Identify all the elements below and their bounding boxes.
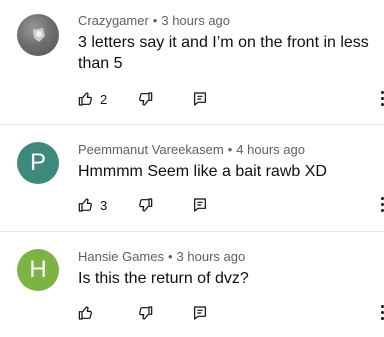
meta-separator: • — [167, 249, 173, 264]
reply-button[interactable] — [192, 89, 208, 109]
reply-icon — [194, 92, 206, 106]
thumb-down-icon — [139, 92, 153, 106]
avatar-letter: P — [29, 149, 46, 176]
comment-text: Hmmmm Seem like a bait rawb XD — [78, 163, 327, 180]
thumb-down-icon — [139, 198, 153, 212]
thumb-up-icon — [78, 306, 92, 320]
comment-meta: Peemmanut Vareekasem • 4 hours ago — [78, 142, 305, 157]
like-button[interactable]: 3 — [78, 195, 107, 215]
thumb-down-icon — [139, 306, 153, 320]
avatar[interactable] — [17, 14, 59, 56]
avatar[interactable]: P — [17, 142, 59, 184]
avatar-letter: H — [29, 256, 47, 283]
comment-actions: 3 — [78, 195, 384, 215]
more-options-button[interactable] — [380, 197, 384, 213]
like-button[interactable] — [78, 303, 94, 323]
comment-author[interactable]: Hansie Games — [78, 249, 164, 264]
like-count: 3 — [100, 197, 108, 213]
comment-author[interactable]: Peemmanut Vareekasem — [78, 142, 224, 157]
comment-actions: 2 — [78, 89, 384, 109]
dislike-button[interactable] — [137, 303, 153, 323]
meta-separator: • — [152, 13, 158, 28]
thumb-up-icon — [78, 92, 92, 106]
dislike-button[interactable] — [137, 89, 153, 109]
comment-item: Crazygamer • 3 hours ago 3 letters say it … — [0, 0, 384, 124]
thumb-up-icon — [78, 198, 92, 212]
comment-time[interactable]: 3 hours ago — [161, 13, 230, 28]
comment-text: 3 letters say it and I’m on the front in… — [78, 34, 369, 72]
comment-item: P Peemmanut Vareekasem • 4 hours ago Hmmmm… — [0, 125, 384, 231]
comment-author[interactable]: Crazygamer — [78, 13, 149, 28]
more-options-button[interactable] — [380, 305, 384, 321]
like-button[interactable]: 2 — [78, 89, 107, 109]
avatar-image-icon — [33, 28, 45, 42]
reply-icon — [194, 198, 206, 212]
reply-icon — [194, 306, 206, 320]
comment-text: Is this the return of dvz? — [78, 270, 249, 287]
comment-time[interactable]: 3 hours ago — [177, 249, 246, 264]
comment-actions — [78, 303, 384, 323]
avatar[interactable]: H — [17, 249, 59, 291]
reply-button[interactable] — [192, 303, 208, 323]
dislike-button[interactable] — [137, 195, 153, 215]
comment-time[interactable]: 4 hours ago — [236, 142, 305, 157]
meta-separator: • — [227, 142, 233, 157]
like-count: 2 — [100, 91, 108, 107]
comment-meta: Hansie Games • 3 hours ago — [78, 249, 245, 264]
reply-button[interactable] — [192, 195, 208, 215]
comment-meta: Crazygamer • 3 hours ago — [78, 13, 230, 28]
comment-item: H Hansie Games • 3 hours ago Is this the r… — [0, 232, 384, 337]
more-options-button[interactable] — [380, 91, 384, 107]
